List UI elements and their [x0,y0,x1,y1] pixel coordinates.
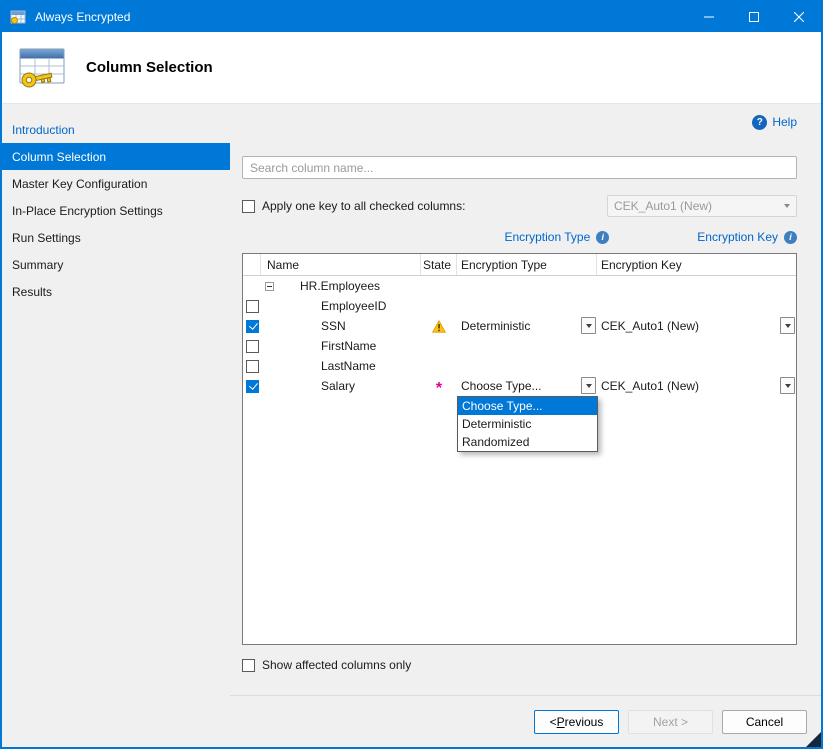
wizard-header: Column Selection [2,32,821,104]
warning-icon [432,320,446,333]
columns-table-header: Name State Encryption Type Encryption Ke… [243,254,796,276]
columns-table: Name State Encryption Type Encryption Ke… [242,253,797,645]
encryption-key-dropdown-button[interactable] [780,317,795,334]
previous-button[interactable]: < Previous [534,710,619,734]
sidebar-item-run-settings[interactable]: Run Settings [2,224,230,251]
header-name: Name [261,254,421,275]
encryption-key-value: CEK_Auto1 (New) [597,319,699,333]
show-affected-label: Show affected columns only [262,658,411,672]
header-checkbox-column [243,254,261,275]
table-row-lastname: LastName [243,356,796,376]
row-checkbox[interactable] [246,340,259,353]
column-selection-page: ? Help Apply one key to all checked colu… [230,104,821,695]
table-row-employeeid: EmployeeID [243,296,796,316]
dropdown-option-deterministic[interactable]: Deterministic [458,415,597,433]
maximize-button[interactable] [731,2,776,32]
sidebar-item-results[interactable]: Results [2,278,230,305]
column-name: SSN [261,316,421,336]
cancel-button[interactable]: Cancel [722,710,807,734]
row-checkbox[interactable] [246,380,259,393]
encryption-type-dropdown-button[interactable] [581,317,596,334]
app-icon [10,9,26,25]
table-group-name: HR.Employees [300,279,380,293]
sidebar-item-master-key-configuration[interactable]: Master Key Configuration [2,170,230,197]
close-button[interactable] [776,2,821,32]
apply-key-label: Apply one key to all checked columns: [262,199,465,213]
minimize-button[interactable] [686,2,731,32]
dropdown-option-randomized[interactable]: Randomized [458,433,597,451]
table-key-icon [16,44,68,92]
help-label: Help [772,115,797,129]
table-row-hr-employees: HR.Employees [243,276,796,296]
header-state: State [421,254,457,275]
encryption-key-dropdown-button[interactable] [780,377,795,394]
apply-key-combo[interactable]: CEK_Auto1 (New) [607,195,797,217]
help-icon: ? [752,115,767,130]
encryption-type-dropdown: Choose Type... Deterministic Randomized [457,396,598,452]
encryption-key-link[interactable]: Encryption Key i [697,229,797,245]
encryption-type-link-label: Encryption Type [504,230,590,244]
header-encryption-type: Encryption Type [457,254,597,275]
table-row-ssn: SSN [243,316,796,336]
column-name: Salary [261,376,421,396]
search-column-input[interactable] [242,156,797,179]
page-title: Column Selection [86,59,213,76]
chevron-down-icon [784,204,790,208]
header-encryption-key: Encryption Key [597,254,796,275]
column-name: EmployeeID [261,296,421,316]
sidebar-item-in-place-encryption-settings[interactable]: In-Place Encryption Settings [2,197,230,224]
row-checkbox[interactable] [246,300,259,313]
column-name: LastName [261,356,421,376]
row-checkbox[interactable] [246,320,259,333]
column-name: FirstName [261,336,421,356]
encryption-key-link-label: Encryption Key [697,230,778,244]
show-affected-checkbox[interactable] [242,659,255,672]
wizard-steps-sidebar: Introduction Column Selection Master Key… [2,104,230,747]
table-row-salary: Salary * Choose Type... CEK_Auto1 (New) [243,376,796,396]
apply-key-checkbox[interactable] [242,200,255,213]
row-checkbox[interactable] [246,360,259,373]
apply-key-combo-value: CEK_Auto1 (New) [614,199,712,213]
encryption-type-value: Choose Type... [457,379,542,393]
help-link[interactable]: ? Help [752,114,797,130]
dropdown-option-choose-type[interactable]: Choose Type... [458,397,597,415]
wizard-footer: < Previous Next > Cancel [230,695,821,747]
titlebar: Always Encrypted [2,2,821,32]
resize-grip[interactable] [806,732,821,747]
table-row-firstname: FirstName [243,336,796,356]
required-icon: * [436,378,442,394]
sidebar-item-introduction[interactable]: Introduction [2,116,230,143]
info-icon: i [596,231,609,244]
window-title: Always Encrypted [35,10,130,24]
info-icon: i [784,231,797,244]
sidebar-item-summary[interactable]: Summary [2,251,230,278]
sidebar-item-column-selection[interactable]: Column Selection [2,143,230,170]
window-controls [686,2,821,32]
encryption-type-dropdown-button[interactable] [581,377,596,394]
next-button[interactable]: Next > [628,710,713,734]
encryption-type-value: Deterministic [457,319,530,333]
encryption-type-link[interactable]: Encryption Type i [504,229,609,245]
encryption-key-value: CEK_Auto1 (New) [597,379,699,393]
tree-collapse-icon[interactable] [265,282,274,291]
always-encrypted-wizard-window: Always Encrypted [0,0,823,749]
